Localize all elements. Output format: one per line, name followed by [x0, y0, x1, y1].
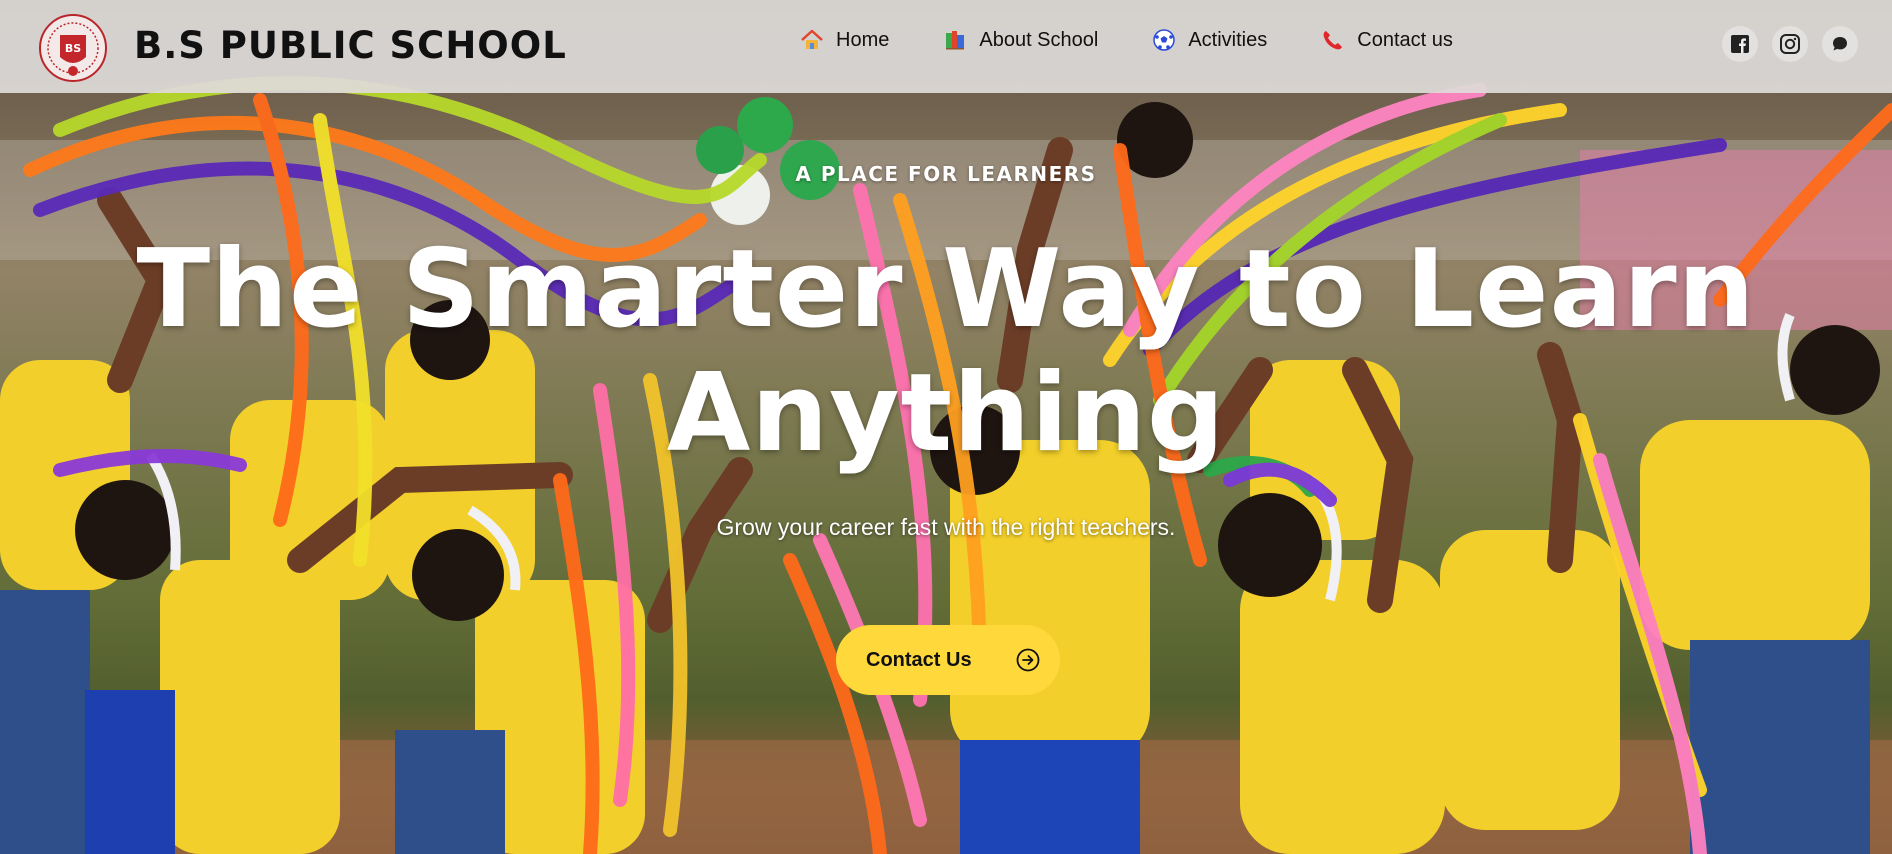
brand-name[interactable]: B.S PUBLIC SCHOOL	[134, 24, 567, 67]
books-icon	[946, 31, 965, 50]
social-links	[1722, 26, 1872, 62]
arrow-circle-right-icon	[1016, 648, 1040, 672]
site-header: BS B.S PUBLIC SCHOOL Home About School A…	[0, 0, 1892, 93]
instagram-icon	[1780, 34, 1800, 54]
hero-headline-line2: Anything	[666, 351, 1226, 476]
hero-headline: The Smarter Way to Learn Anything	[100, 228, 1792, 476]
nav-home-label: Home	[836, 28, 890, 51]
main-nav: Home About School Activities Contact us	[800, 28, 1507, 52]
contact-us-button[interactable]: Contact Us	[836, 625, 1060, 695]
nav-home[interactable]: Home	[800, 28, 889, 52]
logo-monogram: BS	[65, 42, 81, 55]
hero-headline-line1: The Smarter Way to Learn	[136, 227, 1756, 352]
instagram-link[interactable]	[1772, 26, 1808, 62]
hero-eyebrow: A PLACE FOR LEARNERS	[795, 162, 1097, 186]
nav-contact-us[interactable]: Contact us	[1321, 28, 1453, 52]
nav-activities-label: Activities	[1188, 28, 1268, 51]
contact-us-button-label: Contact Us	[866, 648, 972, 671]
soccer-ball-icon	[1153, 29, 1176, 51]
school-logo[interactable]: BS	[38, 13, 108, 83]
nav-about-school[interactable]: About School	[943, 28, 1098, 52]
hero-subtitle: Grow your career fast with the right tea…	[716, 514, 1176, 540]
phone-icon	[1323, 31, 1343, 50]
house-icon	[801, 29, 823, 49]
facebook-icon	[1731, 35, 1749, 53]
nav-about-school-label: About School	[979, 28, 1099, 51]
chat-bubble-icon	[1833, 37, 1847, 51]
chat-link[interactable]	[1822, 26, 1858, 62]
nav-activities[interactable]: Activities	[1152, 28, 1267, 52]
facebook-link[interactable]	[1722, 26, 1758, 62]
nav-contact-us-label: Contact us	[1357, 28, 1453, 51]
